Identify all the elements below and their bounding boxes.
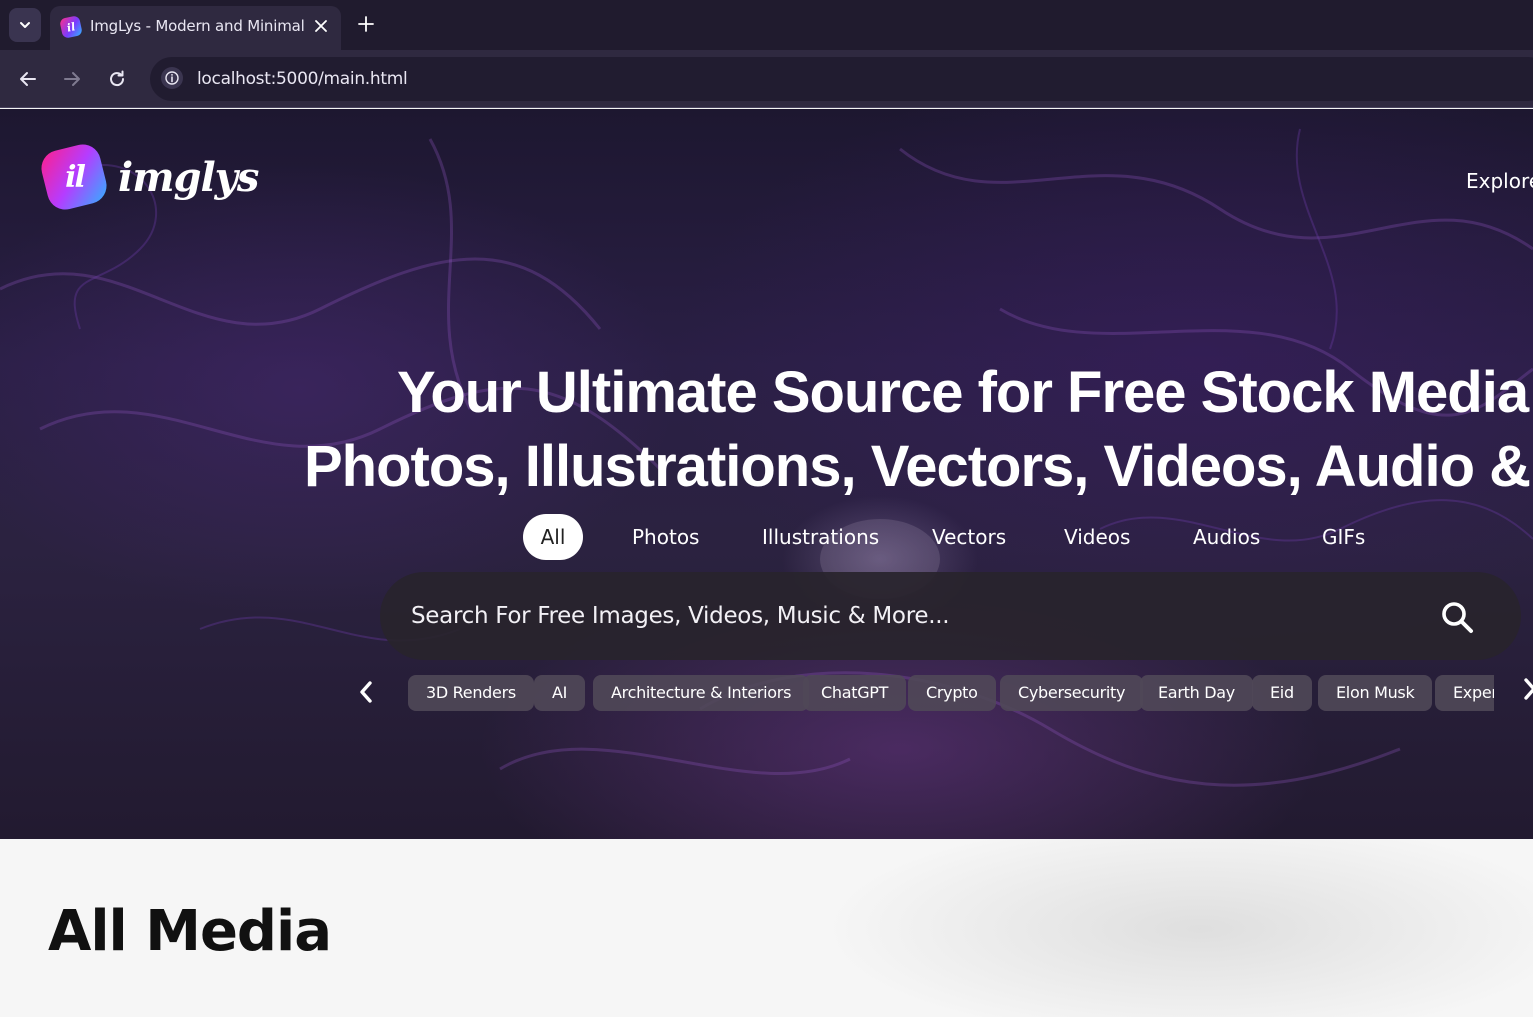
tab-title: ImgLys - Modern and Minimal: [90, 17, 305, 35]
chip-3d-renders[interactable]: 3D Renders: [408, 675, 534, 711]
chip-architecture-interiors[interactable]: Architecture & Interiors: [593, 675, 810, 711]
favicon-icon: il: [59, 15, 83, 39]
site-info-icon[interactable]: [161, 67, 183, 89]
search-bar: [380, 572, 1521, 660]
chip-exper[interactable]: Exper: [1435, 675, 1494, 711]
section-title: All Media: [48, 899, 332, 964]
browser-tabstrip: il ImgLys - Modern and Minimal: [0, 0, 1533, 50]
chip-ai[interactable]: AI: [534, 675, 586, 711]
address-bar[interactable]: localhost:5000/main.html: [150, 57, 1533, 101]
hero-headline-line2: Photos, Illustrations, Vectors, Videos, …: [304, 434, 1533, 499]
site-logo[interactable]: il imglys: [37, 140, 259, 214]
back-button[interactable]: [13, 64, 43, 94]
chip-earth-day[interactable]: Earth Day: [1140, 675, 1253, 711]
reload-icon: [110, 70, 125, 87]
nav-explore-link[interactable]: Explore: [1466, 169, 1533, 193]
logo-text: imglys: [118, 153, 259, 201]
reload-button[interactable]: [102, 64, 132, 94]
chip-eid[interactable]: Eid: [1252, 675, 1312, 711]
logo-mark-icon: il: [37, 140, 111, 214]
chevron-left-icon: [360, 681, 372, 703]
new-tab-button[interactable]: [352, 10, 380, 38]
browser-tab-active[interactable]: il ImgLys - Modern and Minimal: [50, 6, 341, 50]
forward-button[interactable]: [57, 64, 87, 94]
tab-illustrations[interactable]: Illustrations: [762, 514, 879, 560]
tab-vectors[interactable]: Vectors: [932, 514, 1006, 560]
browser-toolbar: localhost:5000/main.html: [0, 50, 1533, 108]
chip-cybersecurity[interactable]: Cybersecurity: [1000, 675, 1144, 711]
search-input[interactable]: [411, 596, 1411, 636]
chip-elon-musk[interactable]: Elon Musk: [1318, 675, 1433, 711]
arrow-left-icon: [20, 72, 36, 86]
tab-audios[interactable]: Audios: [1193, 514, 1260, 560]
chip-chatgpt[interactable]: ChatGPT: [803, 675, 907, 711]
search-icon: [1442, 602, 1473, 633]
tag-chip-row: 3D Renders AI Architecture & Interiors C…: [408, 675, 1494, 711]
chips-prev-button[interactable]: [353, 677, 379, 707]
url-text: localhost:5000/main.html: [197, 69, 408, 89]
hero-section: il imglys Explore Your Ultimate Source f…: [0, 109, 1533, 839]
tab-gifs[interactable]: GIFs: [1322, 514, 1365, 560]
tab-photos[interactable]: Photos: [632, 514, 699, 560]
chevron-down-icon: [20, 22, 30, 28]
media-section: All Media: [0, 839, 1533, 1017]
hero-headline: Your Ultimate Source for Free Stock Medi…: [304, 356, 1533, 504]
search-button[interactable]: [1438, 598, 1476, 636]
hero-headline-line1: Your Ultimate Source for Free Stock Medi…: [397, 360, 1533, 425]
chevron-right-icon: [1524, 678, 1533, 700]
arrow-right-icon: [64, 72, 80, 86]
tab-all[interactable]: All: [523, 514, 583, 560]
close-icon: [315, 20, 327, 32]
plus-icon: [358, 16, 374, 32]
chip-crypto[interactable]: Crypto: [908, 675, 996, 711]
tab-videos[interactable]: Videos: [1064, 514, 1130, 560]
chips-next-button[interactable]: [1522, 677, 1533, 707]
close-tab-button[interactable]: [308, 13, 334, 39]
tab-search-button[interactable]: [9, 8, 41, 42]
